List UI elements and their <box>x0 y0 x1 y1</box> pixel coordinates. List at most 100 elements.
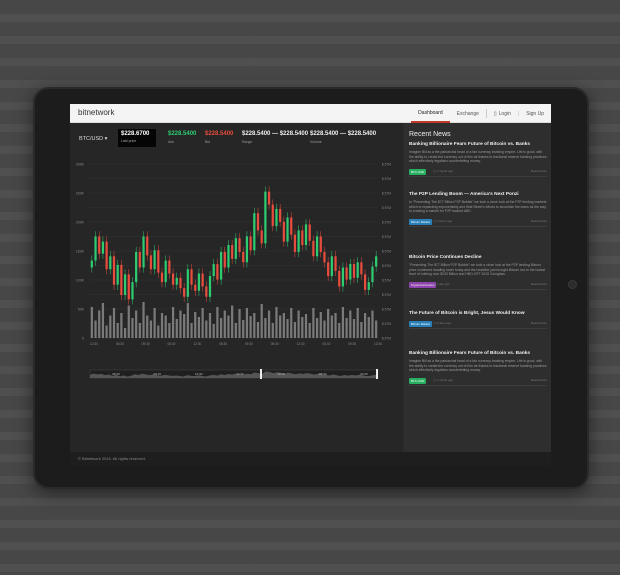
candle-up <box>245 236 249 263</box>
y-axis-label-right: $ 57M <box>382 235 391 239</box>
x-axis-label: 12:30 <box>297 342 305 346</box>
app-screen: bitnetwork Dashboard Exchange ▯ Login | S… <box>70 104 551 466</box>
volume-bar <box>219 318 223 338</box>
range-value: $228.5400 — $228.5400 <box>242 131 309 137</box>
read-article-link[interactable]: Read Article <box>531 282 547 286</box>
candle-down <box>242 251 245 263</box>
nav-menu: Dashboard Exchange ▯ Login | Sign Up <box>411 104 551 123</box>
volume-bar <box>120 313 123 338</box>
news-tag[interactable]: BTC-USD <box>409 377 427 384</box>
volume-bar <box>135 310 138 338</box>
news-meta: CryptoCurrencies ◷ 1 day ago Read Article <box>409 281 547 289</box>
volume-bar <box>160 313 164 338</box>
news-tag[interactable]: Bitcoin Market <box>409 218 433 225</box>
x-axis-label: 09:30 <box>245 342 253 346</box>
candle-up <box>123 274 127 296</box>
candle-down <box>127 274 130 300</box>
candle-up <box>109 256 112 270</box>
y-axis-label-left: 100K <box>76 279 85 283</box>
volume-bar <box>116 323 119 338</box>
news-headline[interactable]: Banking Billionaire Fears Future of Bitc… <box>409 351 547 356</box>
x-axis-label: 06:30 <box>219 342 227 346</box>
x-axis-label: 06:30 <box>322 342 330 346</box>
candle-down <box>216 264 219 280</box>
y-axis-label-right: $ 57M <box>382 177 391 181</box>
news-item[interactable]: The P2P Lending Boom — America's Next Po… <box>409 192 547 227</box>
candle-down <box>293 234 297 252</box>
volume-bar <box>279 315 282 338</box>
news-date: ◷ 2 days ago <box>433 321 452 325</box>
read-article-link[interactable]: Read Article <box>531 378 547 382</box>
read-article-link[interactable]: Read Article <box>531 169 547 173</box>
volume-bar <box>271 323 274 338</box>
candle-up <box>101 241 105 254</box>
candle-down <box>138 251 141 268</box>
volume-bar <box>304 314 308 338</box>
news-headline[interactable]: Bitcoin Price Continues Decline <box>409 255 547 260</box>
candle-down <box>345 267 348 280</box>
y-axis-label-right: $ 57M <box>382 337 391 341</box>
news-item[interactable]: Banking Billionaire Fears Future of Bitc… <box>409 142 547 177</box>
x-axis-label: 12:30 <box>374 342 382 346</box>
candle-up <box>356 262 359 278</box>
candle-up <box>315 236 319 257</box>
candle-down <box>279 208 282 222</box>
range-label: Range <box>242 140 253 144</box>
volume-bar <box>146 315 149 338</box>
news-tag[interactable]: BTC-USD <box>409 168 427 175</box>
news-headline[interactable]: Banking Billionaire Fears Future of Bitc… <box>409 142 547 147</box>
nav-dashboard[interactable]: Dashboard <box>411 104 450 123</box>
candle-down <box>256 213 260 231</box>
news-tag[interactable]: Bitcoin Market <box>409 321 433 327</box>
last-price-value: $228.6700 <box>121 131 150 137</box>
candle-up <box>219 251 223 280</box>
volume-bar <box>297 310 300 338</box>
nav-login[interactable]: ▯ Login <box>487 111 518 117</box>
volume-bar <box>349 310 352 338</box>
price-chart[interactable]: 300K 250K 200K 150K 100K 50K 0 $ 57M $ 57M $ 57M $… <box>70 158 403 398</box>
volume-bar <box>164 315 167 338</box>
candle-down <box>171 273 175 285</box>
y-axis-label-left: 150K <box>76 250 85 254</box>
volume-bar <box>201 308 204 338</box>
read-article-link[interactable]: Read Article <box>531 321 547 325</box>
read-article-link[interactable]: Read Article <box>531 219 547 223</box>
news-item[interactable]: The Future of Bitcoin is Bright, Jesus W… <box>409 311 547 329</box>
volume-bar <box>338 323 341 338</box>
news-headline[interactable]: The P2P Lending Boom — America's Next Po… <box>409 192 547 197</box>
candle-down <box>183 288 186 297</box>
candle-up <box>286 217 289 242</box>
volume-bar <box>231 305 234 338</box>
last-price-label: Last price <box>121 139 137 143</box>
volume-bar <box>327 309 330 338</box>
y-axis-label-left: 0 <box>82 337 84 341</box>
pair-selector[interactable]: BTC/USD ▾ <box>79 136 107 142</box>
candle-down <box>260 230 263 244</box>
news-date: ◷ 2 hours ago <box>433 218 453 223</box>
candle-down <box>323 251 326 263</box>
news-panel: Recent News Banking Billionaire Fears Fu… <box>404 123 551 452</box>
candle-down <box>179 277 182 289</box>
news-item[interactable]: Bitcoin Price Continues Decline "Presenti… <box>409 255 547 290</box>
brand-logo[interactable]: bitnetwork <box>78 108 114 117</box>
candle-down <box>120 264 123 296</box>
candle-down <box>160 272 164 283</box>
volume-bar <box>112 308 116 338</box>
candle-up <box>367 282 370 290</box>
volume-bar <box>123 328 127 338</box>
volume-bar <box>323 320 326 338</box>
nav-exchange[interactable]: Exchange <box>450 111 486 117</box>
news-item[interactable]: Banking Billionaire Fears Future of Bitc… <box>409 351 547 386</box>
candle-up <box>212 264 215 277</box>
volume-bar <box>179 310 182 338</box>
nav-signup[interactable]: Sign Up <box>519 111 551 117</box>
candle-down <box>238 238 241 252</box>
candle-down <box>201 273 204 287</box>
volume-bar <box>352 319 356 338</box>
volume-bar <box>334 313 337 338</box>
news-headline[interactable]: The Future of Bitcoin is Bright, Jesus W… <box>409 311 547 316</box>
y-axis-label-right: $ 57M <box>382 264 391 268</box>
navigator-label: 09:15 <box>154 372 162 376</box>
volume-bar <box>105 325 108 338</box>
volume-bar <box>330 315 333 338</box>
